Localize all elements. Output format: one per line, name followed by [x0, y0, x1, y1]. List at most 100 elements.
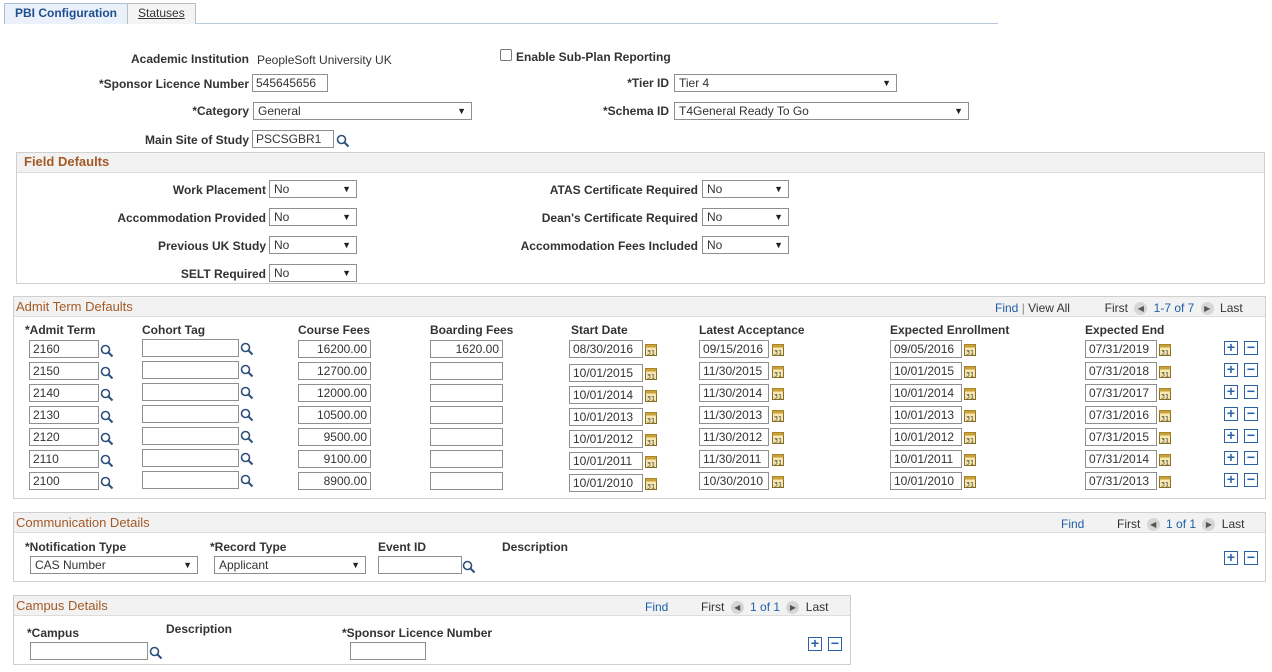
delete-row-button[interactable]: − — [1244, 340, 1258, 355]
search-icon[interactable] — [240, 474, 254, 488]
admit-term-input[interactable]: 2160 — [29, 340, 99, 358]
delete-row-button[interactable]: − — [1244, 384, 1258, 399]
add-row-button[interactable]: + — [1224, 450, 1238, 465]
search-icon[interactable] — [100, 388, 114, 402]
admit-term-input[interactable]: 2110 — [29, 450, 99, 468]
tab-statuses[interactable]: Statuses — [127, 3, 196, 24]
course-fees-input[interactable]: 9500.00 — [298, 428, 371, 446]
atas-certificate-select[interactable]: No ▼ — [702, 180, 789, 198]
cohort-tag-input[interactable] — [142, 471, 239, 489]
next-icon[interactable]: ▶ — [786, 601, 800, 615]
expected-enrollment-input[interactable]: 10/01/2013 — [890, 406, 962, 424]
calendar-icon[interactable] — [772, 409, 784, 422]
admit-term-input[interactable]: 2130 — [29, 406, 99, 424]
expected-enrollment-input[interactable]: 10/01/2011 — [890, 450, 962, 468]
category-select[interactable]: General ▼ — [253, 102, 472, 120]
add-row-button[interactable]: + — [1224, 550, 1238, 565]
calendar-icon[interactable] — [964, 387, 976, 400]
calendar-icon[interactable] — [645, 433, 657, 446]
find-link[interactable]: Find — [645, 600, 668, 614]
first-link[interactable]: First — [1117, 517, 1140, 531]
deans-certificate-select[interactable]: No ▼ — [702, 208, 789, 226]
cohort-tag-input[interactable] — [142, 449, 239, 467]
work-placement-select[interactable]: No ▼ — [269, 180, 357, 198]
search-icon[interactable] — [240, 430, 254, 444]
expected-end-input[interactable]: 07/31/2015 — [1085, 428, 1157, 446]
notification-type-select[interactable]: CAS Number ▼ — [30, 556, 198, 574]
calendar-icon[interactable] — [1159, 387, 1171, 400]
find-link[interactable]: Find — [995, 301, 1018, 315]
add-row-button[interactable]: + — [1224, 472, 1238, 487]
delete-row-button[interactable]: − — [1244, 406, 1258, 421]
calendar-icon[interactable] — [964, 431, 976, 444]
add-row-button[interactable]: + — [1224, 428, 1238, 443]
boarding-fees-input[interactable] — [430, 384, 503, 402]
boarding-fees-input[interactable] — [430, 406, 503, 424]
start-date-input[interactable]: 10/01/2012 — [569, 430, 643, 448]
calendar-icon[interactable] — [1159, 365, 1171, 378]
calendar-icon[interactable] — [772, 453, 784, 466]
view-all-link[interactable]: View All — [1028, 301, 1070, 315]
course-fees-input[interactable]: 12700.00 — [298, 362, 371, 380]
course-fees-input[interactable]: 8900.00 — [298, 472, 371, 490]
previous-icon[interactable]: ◀ — [730, 601, 744, 615]
delete-row-button[interactable]: − — [1244, 450, 1258, 465]
calendar-icon[interactable] — [1159, 431, 1171, 444]
cohort-tag-input[interactable] — [142, 427, 239, 445]
course-fees-input[interactable]: 16200.00 — [298, 340, 371, 358]
admit-term-input[interactable]: 2120 — [29, 428, 99, 446]
calendar-icon[interactable] — [964, 365, 976, 378]
expected-enrollment-input[interactable]: 10/01/2014 — [890, 384, 962, 402]
sponsor-licence-input[interactable]: 545645656 — [252, 74, 328, 92]
cohort-tag-input[interactable] — [142, 405, 239, 423]
previous-icon[interactable]: ◀ — [1146, 518, 1160, 532]
calendar-icon[interactable] — [645, 343, 657, 356]
start-date-input[interactable]: 10/01/2015 — [569, 364, 643, 382]
accommodation-fees-select[interactable]: No ▼ — [702, 236, 789, 254]
latest-acceptance-input[interactable]: 09/15/2016 — [699, 340, 769, 358]
search-icon[interactable] — [336, 134, 350, 148]
start-date-input[interactable]: 10/01/2010 — [569, 474, 643, 492]
latest-acceptance-input[interactable]: 11/30/2013 — [699, 406, 769, 424]
calendar-icon[interactable] — [964, 409, 976, 422]
delete-row-button[interactable]: − — [1244, 472, 1258, 487]
search-icon[interactable] — [100, 344, 114, 358]
next-icon[interactable]: ▶ — [1202, 518, 1216, 532]
tab-pbi-configuration[interactable]: PBI Configuration — [4, 3, 128, 24]
cohort-tag-input[interactable] — [142, 339, 239, 357]
admit-term-input[interactable]: 2100 — [29, 472, 99, 490]
course-fees-input[interactable]: 10500.00 — [298, 406, 371, 424]
search-icon[interactable] — [100, 476, 114, 490]
start-date-input[interactable]: 10/01/2014 — [569, 386, 643, 404]
latest-acceptance-input[interactable]: 10/30/2010 — [699, 472, 769, 490]
expected-enrollment-input[interactable]: 10/01/2010 — [890, 472, 962, 490]
expected-end-input[interactable]: 07/31/2013 — [1085, 472, 1157, 490]
boarding-fees-input[interactable] — [430, 428, 503, 446]
admit-term-input[interactable]: 2150 — [29, 362, 99, 380]
search-icon[interactable] — [240, 342, 254, 356]
calendar-icon[interactable] — [645, 411, 657, 424]
search-icon[interactable] — [100, 432, 114, 446]
expected-end-input[interactable]: 07/31/2019 — [1085, 340, 1157, 358]
calendar-icon[interactable] — [772, 365, 784, 378]
delete-row-button[interactable]: − — [828, 636, 842, 651]
calendar-icon[interactable] — [964, 343, 976, 356]
expected-enrollment-input[interactable]: 09/05/2016 — [890, 340, 962, 358]
add-row-button[interactable]: + — [1224, 362, 1238, 377]
tier-id-select[interactable]: Tier 4 ▼ — [674, 74, 897, 92]
boarding-fees-input[interactable] — [430, 472, 503, 490]
next-icon[interactable]: ▶ — [1200, 302, 1214, 316]
cohort-tag-input[interactable] — [142, 361, 239, 379]
previous-uk-study-select[interactable]: No ▼ — [269, 236, 357, 254]
last-link[interactable]: Last — [1220, 301, 1243, 315]
calendar-icon[interactable] — [772, 343, 784, 356]
search-icon[interactable] — [240, 386, 254, 400]
latest-acceptance-input[interactable]: 11/30/2014 — [699, 384, 769, 402]
boarding-fees-input[interactable]: 1620.00 — [430, 340, 503, 358]
delete-row-button[interactable]: − — [1244, 550, 1258, 565]
delete-row-button[interactable]: − — [1244, 428, 1258, 443]
calendar-icon[interactable] — [645, 367, 657, 380]
expected-end-input[interactable]: 07/31/2017 — [1085, 384, 1157, 402]
record-type-select[interactable]: Applicant ▼ — [214, 556, 366, 574]
expected-enrollment-input[interactable]: 10/01/2012 — [890, 428, 962, 446]
